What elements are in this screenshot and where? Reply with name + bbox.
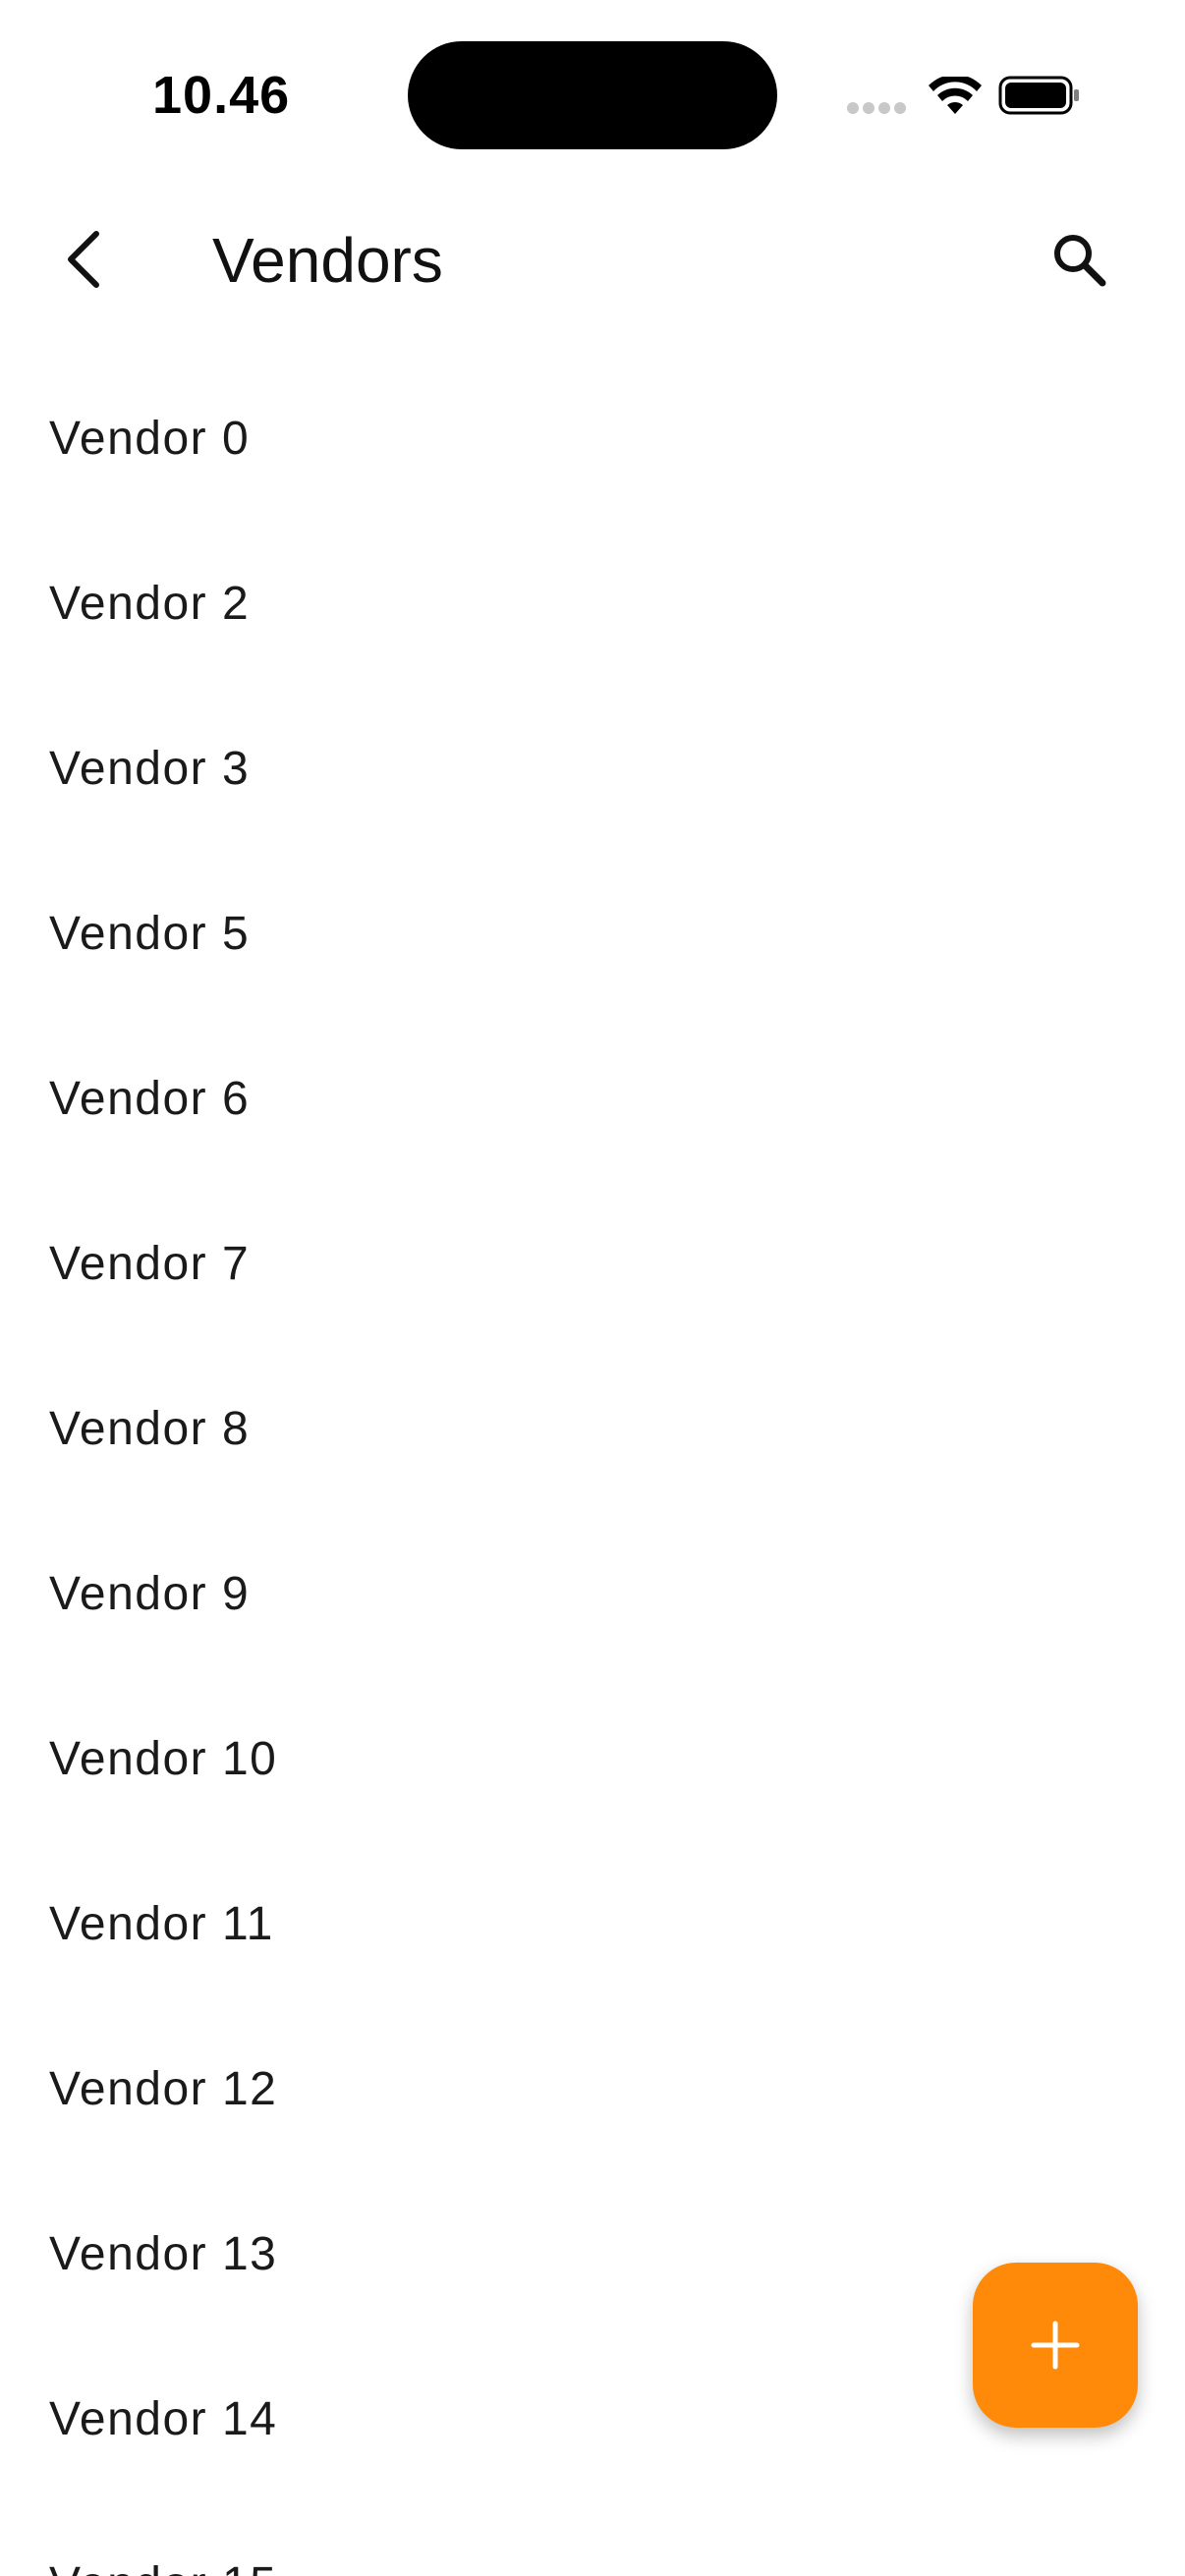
status-bar: 10.46 bbox=[0, 0, 1185, 187]
vendor-list-item[interactable]: Vendor 12 bbox=[0, 2006, 1185, 2171]
vendor-name: Vendor 14 bbox=[49, 2392, 278, 2445]
vendor-list-item[interactable]: Vendor 9 bbox=[0, 1511, 1185, 1676]
vendor-list-item[interactable]: Vendor 0 bbox=[0, 356, 1185, 521]
vendor-list-item[interactable]: Vendor 6 bbox=[0, 1016, 1185, 1181]
add-vendor-button[interactable] bbox=[973, 2263, 1138, 2428]
vendor-list: Vendor 0 Vendor 2 Vendor 3 Vendor 5 Vend… bbox=[0, 356, 1185, 2576]
vendor-list-item[interactable]: Vendor 5 bbox=[0, 851, 1185, 1016]
vendor-name: Vendor 15 bbox=[49, 2557, 277, 2576]
cellular-signal-icon bbox=[847, 102, 906, 116]
chevron-left-icon bbox=[68, 231, 99, 288]
vendor-name: Vendor 0 bbox=[49, 412, 251, 465]
search-icon bbox=[1054, 235, 1106, 287]
vendor-name: Vendor 2 bbox=[49, 577, 251, 630]
vendor-list-item[interactable]: Vendor 8 bbox=[0, 1346, 1185, 1511]
vendor-name: Vendor 9 bbox=[49, 1567, 251, 1620]
vendor-list-item[interactable]: Vendor 3 bbox=[0, 686, 1185, 851]
app-bar: Vendors bbox=[0, 187, 1185, 334]
vendor-name: Vendor 7 bbox=[49, 1237, 251, 1290]
status-time: 10.46 bbox=[152, 66, 291, 125]
vendor-name: Vendor 3 bbox=[49, 742, 251, 795]
battery-icon bbox=[998, 75, 1081, 116]
vendor-name: Vendor 13 bbox=[49, 2227, 278, 2280]
vendor-name: Vendor 5 bbox=[49, 907, 251, 960]
vendor-list-item[interactable]: Vendor 10 bbox=[0, 1676, 1185, 1841]
dynamic-island bbox=[408, 41, 777, 149]
vendors-screen: 10.46 Vendors Vendor 0 Vendor 2 Vendor 3… bbox=[0, 0, 1185, 2576]
search-button[interactable] bbox=[1034, 214, 1124, 305]
vendor-name: Vendor 10 bbox=[49, 1732, 278, 1785]
back-button[interactable] bbox=[39, 214, 130, 305]
vendor-name: Vendor 12 bbox=[49, 2062, 278, 2115]
vendor-list-item[interactable]: Vendor 7 bbox=[0, 1181, 1185, 1346]
vendor-name: Vendor 8 bbox=[49, 1402, 251, 1455]
page-title: Vendors bbox=[212, 225, 443, 296]
vendor-list-item[interactable]: Vendor 11 bbox=[0, 1841, 1185, 2006]
vendor-name: Vendor 6 bbox=[49, 1072, 251, 1125]
plus-icon bbox=[1031, 2321, 1080, 2370]
vendor-list-item[interactable]: Vendor 2 bbox=[0, 521, 1185, 686]
vendor-list-item[interactable]: Vendor 15 bbox=[0, 2501, 1185, 2576]
vendor-name: Vendor 11 bbox=[49, 1897, 274, 1950]
wifi-icon bbox=[928, 74, 983, 116]
